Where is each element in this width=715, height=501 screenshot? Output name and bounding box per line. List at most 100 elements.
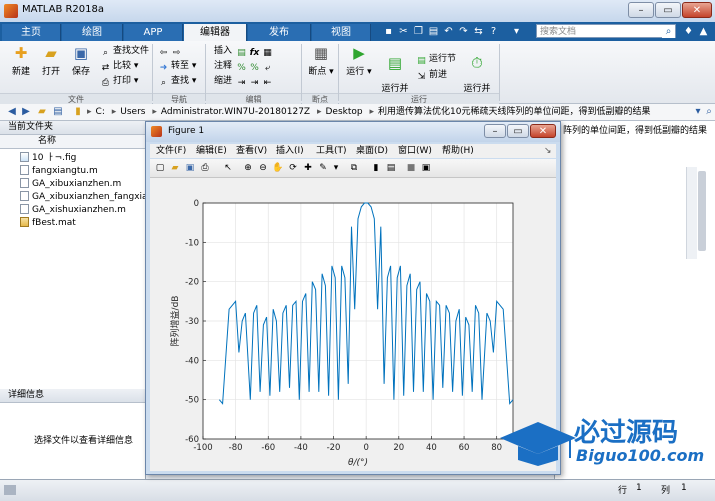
breadcrumb-users[interactable]: Users bbox=[117, 106, 148, 118]
open-button[interactable]: ▰ 打开 bbox=[36, 44, 66, 77]
insert-button[interactable]: 插入 ▤ fx ▦ bbox=[214, 45, 275, 58]
find-button[interactable]: ⌕ 查找 ▾ bbox=[158, 75, 196, 88]
show-tools-icon[interactable]: ▣ bbox=[420, 162, 432, 174]
cut-icon[interactable]: ✂ bbox=[397, 25, 410, 38]
print-button[interactable]: ⎙ 打印 ▾ bbox=[100, 75, 139, 88]
tab-view[interactable]: 视图 bbox=[312, 24, 371, 41]
back-arrow-icon[interactable]: ◀ bbox=[6, 106, 18, 118]
uncomment-icon[interactable]: % bbox=[249, 63, 260, 74]
rotate-3d-icon[interactable]: ⟳ bbox=[287, 162, 299, 174]
maximize-button[interactable]: ▭ bbox=[655, 2, 681, 18]
figure-close-button[interactable]: ✕ bbox=[530, 124, 556, 138]
tab-plots[interactable]: 绘图 bbox=[62, 24, 123, 41]
smart-indent-icon[interactable]: ⇥ bbox=[236, 78, 247, 89]
menu-tools[interactable]: 工具(T) bbox=[316, 145, 347, 157]
browse-folder-icon[interactable]: ▤ bbox=[52, 106, 64, 118]
comment-button[interactable]: 注释%% ⤶ bbox=[214, 60, 275, 73]
menu-desktop[interactable]: 桌面(D) bbox=[356, 145, 388, 157]
search-icon[interactable]: ⌕ bbox=[662, 25, 675, 38]
ribbon-collapse-icon[interactable]: ▲ bbox=[697, 25, 710, 38]
figure-maximize-button[interactable]: ▭ bbox=[507, 124, 529, 138]
breadcrumb-drive[interactable]: C: bbox=[93, 106, 108, 118]
menu-window[interactable]: 窗口(W) bbox=[398, 145, 432, 157]
save-button[interactable]: ▣ 保存 bbox=[66, 44, 96, 77]
advance-button[interactable]: ⇲ 前进 bbox=[416, 69, 447, 82]
wrap-comment-icon[interactable]: ⤶ bbox=[262, 63, 273, 74]
decrease-indent-icon[interactable]: ⇤ bbox=[262, 78, 273, 89]
print-figure-icon[interactable]: ⎙ bbox=[199, 162, 211, 174]
menu-help[interactable]: 帮助(H) bbox=[442, 145, 474, 157]
close-button[interactable]: ✕ bbox=[682, 2, 712, 18]
details-header[interactable]: 详细信息 bbox=[0, 389, 145, 403]
minimize-ribbon-icon[interactable]: ▾ bbox=[510, 25, 523, 38]
back-icon: ⇦ bbox=[159, 48, 168, 58]
compare-button[interactable]: ⇄ 比较 ▾ bbox=[100, 60, 139, 73]
list-item[interactable]: fBest.mat bbox=[20, 217, 76, 229]
brush-icon[interactable]: ✎ bbox=[317, 162, 329, 174]
fx-icon[interactable]: fx bbox=[249, 48, 260, 59]
run-section-button[interactable]: ▤ 运行节 bbox=[416, 53, 456, 66]
tab-apps[interactable]: APP bbox=[124, 24, 183, 41]
back-forward-buttons[interactable]: ⇦ ⇨ bbox=[158, 45, 184, 58]
minimize-button[interactable]: – bbox=[628, 2, 654, 18]
legend-icon[interactable]: ▤ bbox=[385, 162, 397, 174]
pan-icon[interactable]: ✋ bbox=[272, 162, 284, 174]
folder-icon: ▮ bbox=[75, 106, 81, 117]
save-quick-icon[interactable]: ▪ bbox=[382, 25, 395, 38]
breadcrumb-desktop[interactable]: Desktop bbox=[323, 106, 366, 118]
status-bar: 行 1 列 1 bbox=[0, 479, 715, 501]
tab-publish[interactable]: 发布 bbox=[248, 24, 311, 41]
breadcrumb-user[interactable]: Administrator.WIN7U-20180127Z bbox=[158, 106, 313, 118]
tab-home[interactable]: 主页 bbox=[2, 24, 61, 41]
paste-icon[interactable]: ▤ bbox=[427, 25, 440, 38]
find-files-button[interactable]: ⌕ 查找文件 bbox=[100, 45, 149, 58]
data-cursor-icon[interactable]: ✚ bbox=[302, 162, 314, 174]
redo-icon[interactable]: ↷ bbox=[457, 25, 470, 38]
breakpoints-button[interactable]: ▦ 断点 ▾ bbox=[306, 44, 336, 77]
pointer-icon[interactable]: ↖ bbox=[222, 162, 234, 174]
hide-tools-icon[interactable]: ■ bbox=[405, 162, 417, 174]
brush-dropdown-icon[interactable]: ▾ bbox=[330, 162, 342, 174]
breadcrumb-project[interactable]: 利用遗传算法优化10元稀疏天线阵列的单位间距，得到低副瓣的结果 bbox=[375, 106, 653, 118]
insert-dropdown-icon[interactable]: ▦ bbox=[262, 48, 273, 59]
list-item[interactable]: GA_xibuxianzhen.m bbox=[20, 178, 121, 190]
open-file-icon[interactable]: ▰ bbox=[169, 162, 181, 174]
undo-icon[interactable]: ↶ bbox=[442, 25, 455, 38]
copy-icon[interactable]: ❐ bbox=[412, 25, 425, 38]
switch-windows-icon[interactable]: ⇆ bbox=[472, 25, 485, 38]
menu-edit[interactable]: 编辑(E) bbox=[196, 145, 227, 157]
zoom-out-icon[interactable]: ⊖ bbox=[257, 162, 269, 174]
editor-scrollbar-thumb[interactable] bbox=[698, 171, 706, 251]
name-column-header[interactable]: 名称 bbox=[0, 135, 145, 149]
menu-file[interactable]: 文件(F) bbox=[156, 145, 186, 157]
list-item[interactable]: GA_xishuxianzhen.m bbox=[20, 204, 126, 216]
editor-scrollbar[interactable] bbox=[686, 167, 697, 259]
figure-title-bar[interactable]: Figure 1 – ▭ ✕ bbox=[146, 122, 560, 142]
forward-arrow-icon[interactable]: ▶ bbox=[20, 106, 32, 118]
up-folder-icon[interactable]: ▰ bbox=[36, 106, 48, 118]
goto-button[interactable]: ➜ 转至 ▾ bbox=[158, 60, 197, 73]
search-documentation-input[interactable]: 搜索文档 bbox=[536, 24, 676, 38]
new-figure-icon[interactable]: ▢ bbox=[154, 162, 166, 174]
notification-icon[interactable]: ♦ bbox=[682, 25, 695, 38]
menu-view[interactable]: 查看(V) bbox=[236, 145, 267, 157]
tab-editor[interactable]: 编辑器 bbox=[184, 24, 247, 41]
breadcrumb[interactable]: ▸ C: ▸ Users ▸ Administrator.WIN7U-20180127… bbox=[86, 106, 690, 118]
list-item[interactable]: 10 ㅏ¬.fig bbox=[20, 152, 76, 164]
x-tick-label: 0 bbox=[363, 443, 368, 453]
list-item[interactable]: fangxiangtu.m bbox=[20, 165, 98, 177]
increase-indent-icon[interactable]: ⇥ bbox=[249, 78, 260, 89]
search-path-icon[interactable]: ⌕ bbox=[703, 106, 715, 118]
help-icon[interactable]: ? bbox=[487, 25, 500, 38]
indent-button[interactable]: 缩进 ⇥ ⇥ ⇤ bbox=[214, 75, 275, 88]
matlab-logo-icon bbox=[4, 4, 18, 18]
zoom-in-icon[interactable]: ⊕ bbox=[242, 162, 254, 174]
figure-minimize-button[interactable]: – bbox=[484, 124, 506, 138]
save-figure-icon[interactable]: ▣ bbox=[184, 162, 196, 174]
menu-insert[interactable]: 插入(I) bbox=[276, 145, 304, 157]
new-button[interactable]: ✚ 新建 bbox=[6, 44, 36, 77]
link-plot-icon[interactable]: ⧉ bbox=[348, 162, 360, 174]
run-button[interactable]: ▶ 运行 ▾ bbox=[344, 44, 374, 77]
dock-arrow-icon[interactable]: ↘ bbox=[544, 145, 552, 157]
colorbar-icon[interactable]: ▮ bbox=[370, 162, 382, 174]
